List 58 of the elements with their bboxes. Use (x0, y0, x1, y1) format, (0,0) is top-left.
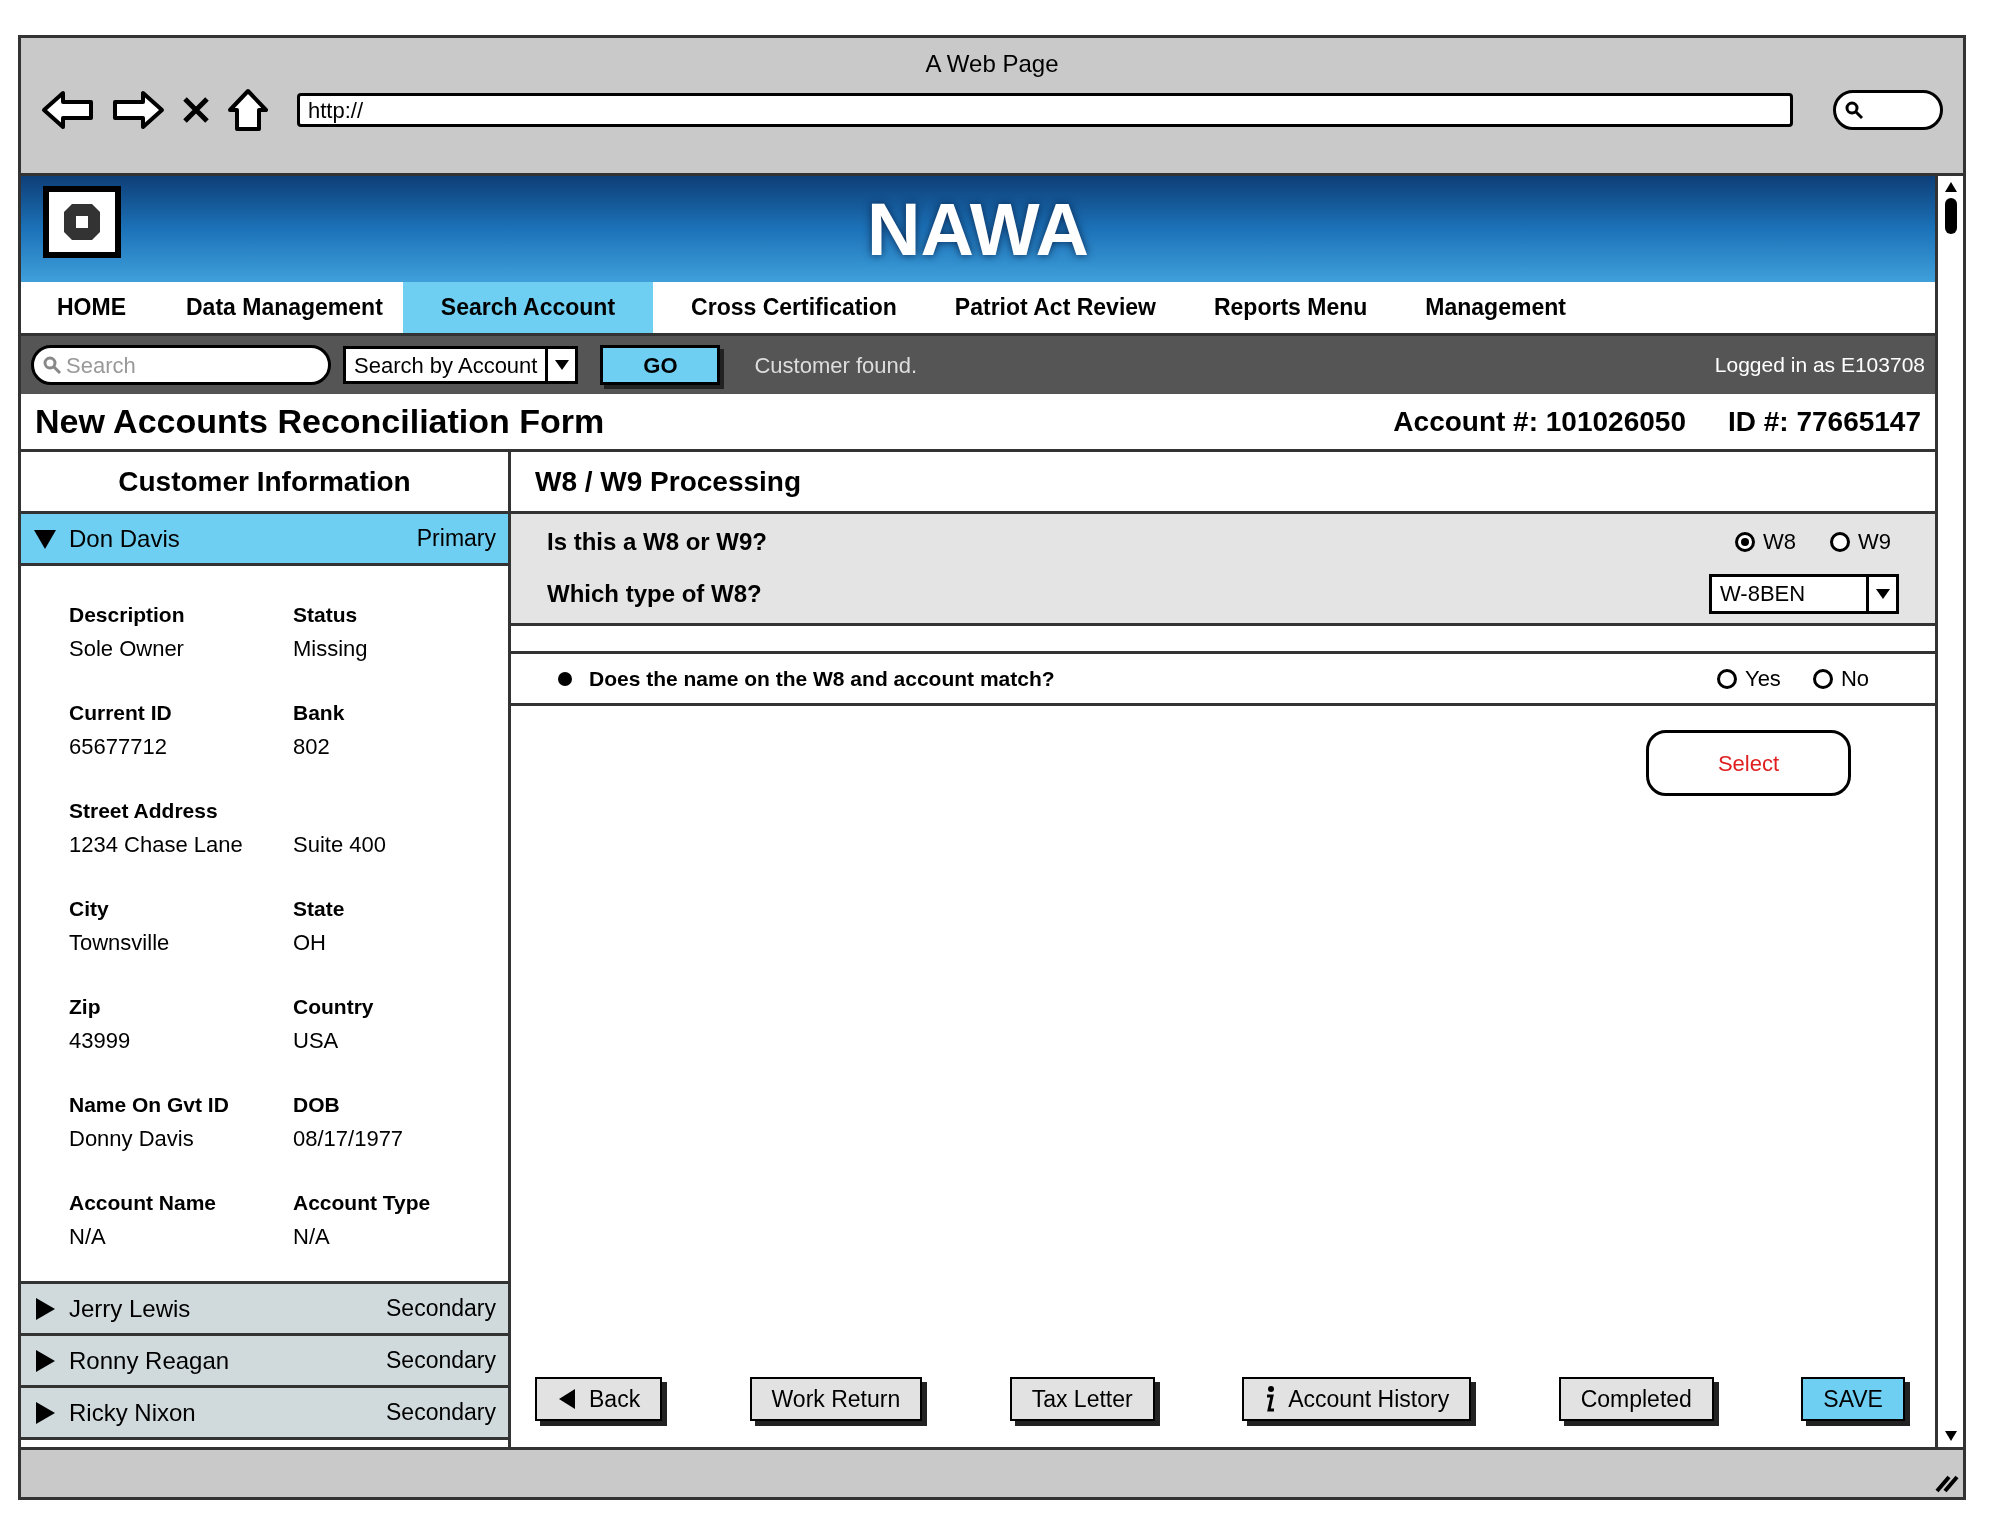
field-label: Country (293, 994, 375, 1020)
radio-label: No (1840, 665, 1869, 693)
customer-row[interactable]: Ricky Nixon Secondary (21, 1388, 508, 1440)
field-value: N/A (69, 1224, 107, 1250)
logged-in-label: Logged in as E103708 (1714, 352, 1925, 379)
customer-row[interactable]: Don Davis Primary (21, 514, 508, 566)
site-title: NAWA (867, 186, 1089, 273)
field-label: Street Address (69, 798, 219, 824)
field-value: 802 (293, 734, 331, 760)
status-message: Customer found. (754, 351, 918, 380)
question-label: Which type of W8? (547, 578, 762, 609)
question-label: Is this a W8 or W9? (547, 526, 768, 557)
field-value: 1234 Chase Lane (69, 832, 244, 858)
field-label: DOB (293, 1092, 341, 1118)
form-type-dropdown[interactable]: W-8BEN (1709, 573, 1899, 614)
nav-tab[interactable]: Patriot Act Review (934, 282, 1176, 333)
field-value: N/A (293, 1224, 331, 1250)
field-label: Account Type (293, 1190, 432, 1216)
field-label: Account Name (69, 1190, 218, 1216)
field-label: State (293, 896, 346, 922)
field-value: 43999 (69, 1028, 132, 1054)
id-number: ID #: 77665147 (1727, 404, 1921, 439)
field-label: City (69, 896, 110, 922)
field-label: Current ID (69, 700, 173, 726)
form-title: New Accounts Reconciliation Form (35, 401, 605, 442)
field-value: Sole Owner (69, 636, 185, 662)
nav-tab[interactable]: Management (1405, 282, 1586, 333)
field-label: Description (69, 602, 186, 628)
field-value: USA (293, 1028, 340, 1054)
callout-bubble: Select (1646, 730, 1851, 796)
window-title: A Web Page (925, 49, 1059, 79)
radio-label: Yes (1745, 665, 1781, 693)
field-value: OH (293, 930, 327, 956)
field-value: 65677712 (69, 734, 168, 760)
nav-tab[interactable]: Search Account (402, 282, 654, 333)
customer-row[interactable]: Jerry Lewis Secondary (21, 1284, 508, 1336)
panel-title: Customer Information (118, 464, 411, 499)
field-label: Zip (69, 994, 102, 1020)
nav-tab[interactable]: Reports Menu (1193, 282, 1388, 333)
field-value: Townsville (69, 930, 171, 956)
nav-tab[interactable]: HOME (39, 282, 166, 333)
radio-label: W8 (1763, 528, 1796, 556)
field-value: Suite 400 (293, 832, 387, 858)
field-value: Missing (293, 636, 369, 662)
nav-tab[interactable]: Cross Certification (671, 282, 917, 333)
account-number: Account #: 101026050 (1393, 404, 1686, 439)
url-field[interactable]: http:// (297, 93, 1793, 127)
section-title: W8 / W9 Processing (535, 464, 802, 499)
field-value: Donny Davis (69, 1126, 195, 1152)
field-label: Name On Gvt ID (69, 1092, 230, 1118)
search-type-dropdown[interactable]: Search by Account (343, 346, 579, 384)
radio-label: W9 (1858, 528, 1891, 556)
customer-row[interactable]: Ronny Reagan Secondary (21, 1336, 508, 1388)
field-value: 08/17/1977 (293, 1126, 405, 1152)
question-label: Does the name on the W8 and account match? (589, 665, 1055, 692)
field-label: Status (293, 602, 359, 628)
nav-tab[interactable]: Data Management (166, 282, 403, 333)
field-label: Bank (293, 700, 346, 726)
